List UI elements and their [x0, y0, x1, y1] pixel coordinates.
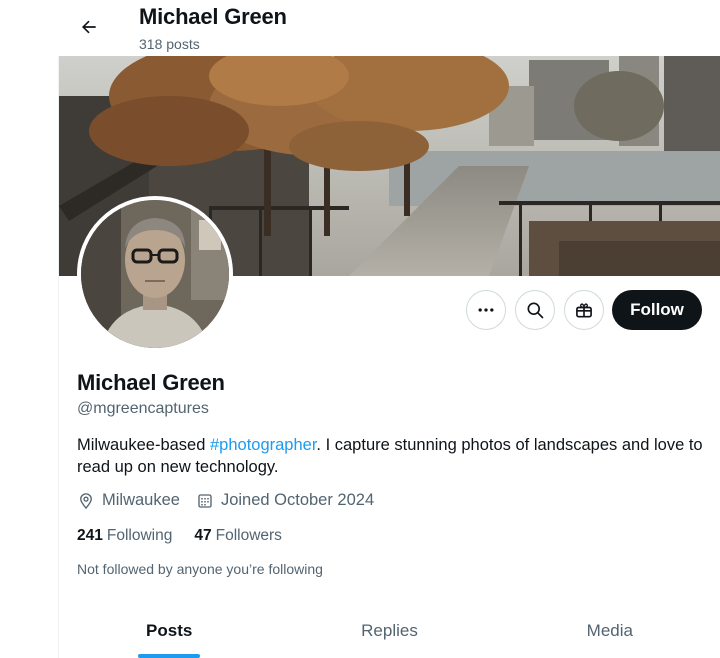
tab-media-label: Media: [586, 621, 633, 640]
location-text: Milwaukee: [102, 491, 180, 509]
followers-link[interactable]: 47 Followers: [194, 527, 282, 545]
profile-bio: Milwaukee-based #photographer. I capture…: [77, 434, 707, 478]
location-pin-icon: [80, 492, 92, 509]
joined-item: Joined October 2024: [196, 491, 374, 510]
joined-text: Joined October 2024: [220, 491, 375, 509]
profile-tabs: Posts Replies Media: [59, 604, 720, 658]
avatar-image: [81, 200, 229, 348]
header-post-count: 318 posts: [139, 36, 200, 52]
calendar-icon: [198, 493, 212, 508]
tab-posts-label: Posts: [146, 621, 193, 640]
followers-label: Followers: [215, 527, 282, 544]
bio-text-start: Milwaukee-based: [77, 436, 210, 454]
profile-stats: 241 Following 47 Followers: [77, 527, 304, 545]
active-tab-indicator: [138, 654, 201, 658]
search-profile-button[interactable]: [515, 290, 555, 330]
follow-button[interactable]: Follow: [612, 290, 702, 330]
following-link[interactable]: 241 Following: [77, 527, 172, 545]
followers-count: 47: [194, 527, 212, 544]
profile-handle: @mgreencaptures: [77, 400, 209, 417]
back-button[interactable]: [72, 10, 106, 44]
profile-display-name: Michael Green: [77, 370, 225, 395]
tab-media[interactable]: Media: [500, 604, 720, 658]
bio-hashtag-link[interactable]: #photographer: [210, 436, 316, 454]
following-count: 241: [77, 527, 103, 544]
location-item: Milwaukee: [77, 491, 180, 510]
top-bar: Michael Green 318 posts: [0, 0, 720, 56]
gift-icon: [576, 303, 592, 318]
following-label: Following: [106, 527, 173, 544]
more-button[interactable]: [466, 290, 506, 330]
search-icon: [527, 302, 544, 319]
more-dots-icon: [478, 308, 494, 312]
tab-replies-label: Replies: [361, 621, 418, 640]
avatar[interactable]: [77, 196, 233, 352]
subscribe-button[interactable]: [564, 290, 604, 330]
arrow-left-icon: [82, 20, 96, 34]
not-followed-note: Not followed by anyone you’re following: [77, 561, 323, 577]
profile-meta: Milwaukee Joined October 2024: [77, 491, 390, 510]
tab-replies[interactable]: Replies: [279, 604, 499, 658]
header-title: Michael Green: [139, 4, 287, 29]
tab-posts[interactable]: Posts: [59, 604, 279, 658]
